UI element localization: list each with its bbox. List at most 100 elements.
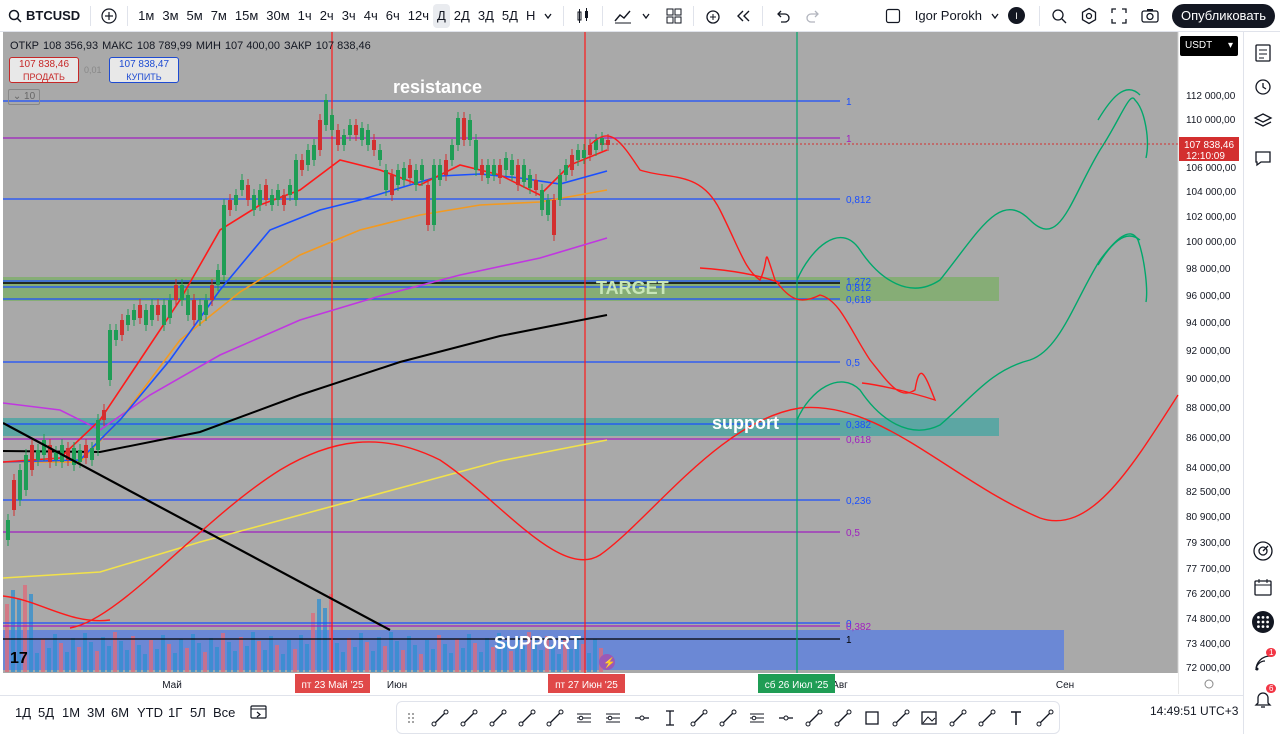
interval-5[interactable]: 30м: [262, 4, 293, 28]
calendar-button[interactable]: [1252, 576, 1274, 598]
indicators-dropdown-chevron-icon[interactable]: [637, 4, 655, 28]
alert-button[interactable]: [700, 4, 726, 28]
replay-button[interactable]: [730, 4, 756, 28]
interval-1[interactable]: 3м: [158, 4, 182, 28]
apps-button[interactable]: [1252, 611, 1274, 633]
drag-handle-icon[interactable]: [397, 703, 426, 732]
interval-2[interactable]: 5м: [183, 4, 207, 28]
range-4[interactable]: 6М: [111, 705, 129, 720]
bar-pattern-icon[interactable]: [512, 703, 541, 732]
hotlist-button[interactable]: [1252, 540, 1274, 562]
redo-button[interactable]: [801, 4, 827, 28]
line-icon[interactable]: [829, 703, 858, 732]
object-tree-button[interactable]: [1252, 110, 1274, 132]
text-cursor-icon[interactable]: [656, 703, 685, 732]
publish-button[interactable]: Опубликовать: [1171, 3, 1275, 28]
add-symbol-button[interactable]: [97, 4, 121, 28]
pitchfork-icon[interactable]: [455, 703, 484, 732]
interval-9[interactable]: 4ч: [360, 4, 382, 28]
candle-body: [162, 305, 166, 325]
volume-bar: [233, 651, 237, 672]
interval-4[interactable]: 15м: [231, 4, 262, 28]
interval-14[interactable]: 3Д: [474, 4, 498, 28]
candle-body: [396, 170, 400, 185]
volume-bar: [65, 652, 69, 672]
avatar[interactable]: I: [1007, 7, 1025, 24]
indicators-collapse-button[interactable]: ⌄ 10: [8, 89, 40, 105]
range-8[interactable]: Все: [213, 705, 235, 720]
range-7[interactable]: 5Л: [190, 705, 206, 720]
layout-button[interactable]: [661, 4, 687, 28]
horizontal-line-icon[interactable]: [627, 703, 656, 732]
parallel-channel-icon[interactable]: [598, 703, 627, 732]
interval-dropdown-chevron-icon[interactable]: [539, 4, 557, 28]
fib-retracement-icon[interactable]: [570, 703, 599, 732]
candle-body: [534, 180, 538, 190]
ray-icon[interactable]: [685, 703, 714, 732]
interval-7[interactable]: 2ч: [316, 4, 338, 28]
interval-12[interactable]: Д: [432, 3, 450, 28]
buy-button[interactable]: 107 838,47 КУПИТЬ: [109, 57, 179, 83]
range-5[interactable]: YTD: [137, 705, 163, 720]
path-icon[interactable]: [944, 703, 973, 732]
long-position-icon[interactable]: [1030, 703, 1059, 732]
interval-15[interactable]: 5Д: [498, 4, 522, 28]
candle-body: [282, 195, 286, 205]
quick-search-button[interactable]: [1046, 4, 1072, 28]
candle-body: [108, 330, 112, 380]
range-0[interactable]: 1Д: [15, 705, 31, 720]
chart-area[interactable]: 1 1 0,812 1,272 0,812 0,618 0,5 0,382 0,618 0,236…: [3, 32, 1242, 694]
extended-line-icon[interactable]: [800, 703, 829, 732]
brush-icon[interactable]: [886, 703, 915, 732]
range-6[interactable]: 1Г: [168, 705, 182, 720]
rectangle-icon[interactable]: [858, 703, 887, 732]
chat-button[interactable]: [1252, 147, 1274, 169]
volume-bar: [137, 645, 141, 672]
price-chart[interactable]: 110,8121,2720,8120,6180,50,3820,6180,236…: [3, 32, 1242, 694]
interval-0[interactable]: 1м: [134, 4, 158, 28]
indicators-button[interactable]: [609, 4, 637, 28]
interval-8[interactable]: 3ч: [338, 4, 360, 28]
range-2[interactable]: 1М: [62, 705, 80, 720]
trend-line-icon[interactable]: [426, 703, 455, 732]
candle-body: [312, 145, 316, 160]
alerts-panel-button[interactable]: [1252, 75, 1274, 97]
interval-16[interactable]: Н: [522, 4, 539, 28]
alarm-clock-plus-icon: [706, 9, 720, 24]
xabcd-icon[interactable]: [714, 703, 743, 732]
gann-icon[interactable]: [483, 703, 512, 732]
user-menu[interactable]: Igor Porokh: [911, 4, 1004, 28]
currency-select[interactable]: USDT ▾: [1180, 36, 1238, 56]
horizontal-ray-icon[interactable]: [771, 703, 800, 732]
notifications-button[interactable]: 6: [1252, 684, 1277, 710]
fullscreen-button[interactable]: [1106, 4, 1132, 28]
interval-13[interactable]: 2Д: [450, 4, 474, 28]
cross-line-icon[interactable]: [973, 703, 1002, 732]
layout-checkbox[interactable]: [881, 4, 905, 28]
interval-3[interactable]: 7м: [207, 4, 231, 28]
range-1[interactable]: 5Д: [38, 705, 54, 720]
sell-button[interactable]: 107 838,46 ПРОДАТЬ: [9, 57, 79, 83]
symbol-search[interactable]: BTCUSD: [4, 4, 84, 28]
clock-timezone[interactable]: 14:49:51 UTC+3: [1150, 704, 1238, 718]
goto-date-button[interactable]: [250, 704, 268, 723]
candle-body: [582, 150, 586, 158]
bar-style-button[interactable]: [570, 4, 596, 28]
screenshot-button[interactable]: [1136, 4, 1164, 28]
streams-button[interactable]: 1: [1252, 648, 1277, 674]
interval-11[interactable]: 12ч: [404, 4, 433, 28]
candle-body: [210, 285, 214, 300]
settings-button[interactable]: [1076, 4, 1102, 28]
volume-bar: [467, 634, 471, 672]
candle-body: [426, 185, 430, 225]
volume-bar: [365, 642, 369, 672]
watchlist-button[interactable]: [1252, 42, 1274, 64]
range-3[interactable]: 3М: [87, 705, 105, 720]
interval-10[interactable]: 6ч: [382, 4, 404, 28]
interval-6[interactable]: 1ч: [294, 4, 316, 28]
image-icon[interactable]: [915, 703, 944, 732]
fib-levels-icon[interactable]: [742, 703, 771, 732]
undo-button[interactable]: [769, 4, 795, 28]
text-icon[interactable]: [1001, 703, 1030, 732]
elliott-icon[interactable]: [541, 703, 570, 732]
